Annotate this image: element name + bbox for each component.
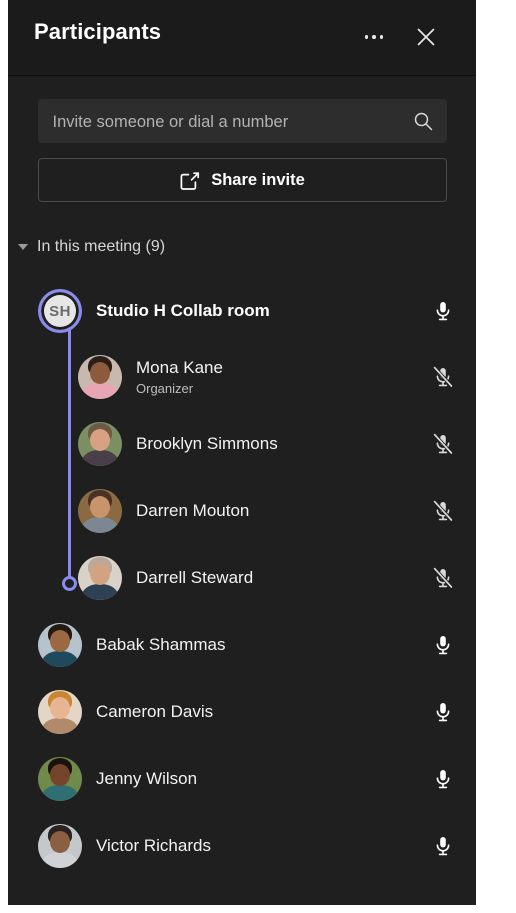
participant-row[interactable]: Jenny Wilson: [8, 745, 476, 812]
participant-row[interactable]: Darrell Steward: [8, 544, 476, 611]
avatar-face: [78, 421, 122, 466]
participant-name: Darren Mouton: [136, 500, 250, 520]
participant-name: Studio H Collab room: [96, 301, 270, 320]
section-header-in-this-meeting[interactable]: In this meeting (9): [8, 232, 476, 262]
avatar-studio-h-collab-room: SH: [38, 289, 82, 333]
avatar-victor-richards: [38, 823, 82, 868]
participant-name: Darrell Steward: [136, 567, 254, 587]
participant-text: Darren Mouton: [136, 501, 422, 521]
microphone-muted-icon: [432, 432, 454, 455]
avatar-mona-kane: [78, 354, 122, 399]
avatar-initials: SH: [49, 302, 71, 320]
search-icon[interactable]: [413, 111, 433, 131]
avatar-jenny-wilson: [38, 756, 82, 801]
microphone-muted-icon: [432, 566, 454, 589]
mic-toggle-room[interactable]: [422, 290, 464, 332]
participant-row[interactable]: Brooklyn Simmons: [8, 410, 476, 477]
mic-toggle[interactable]: [422, 758, 464, 800]
participant-text: Cameron Davis: [96, 702, 422, 722]
avatar-face: [38, 756, 82, 801]
participant-row-room[interactable]: SH Studio H Collab room: [8, 279, 476, 343]
participant-name: Mona Kane: [136, 357, 223, 377]
participant-row[interactable]: Darren Mouton: [8, 477, 476, 544]
mic-toggle[interactable]: [422, 423, 464, 465]
participant-row[interactable]: Cameron Davis: [8, 678, 476, 745]
chevron-down-icon: [18, 244, 28, 250]
avatar-cameron-davis: [38, 689, 82, 734]
participant-rows: Mona Kane Organizer Brooklyn Simmons Darren…: [8, 343, 476, 879]
avatar-face: [78, 354, 122, 399]
participant-text: Jenny Wilson: [96, 769, 422, 789]
participant-text: Darrell Steward: [136, 568, 422, 588]
participant-list: SH Studio H Collab room Mona Kane Organiz…: [8, 279, 476, 879]
invite-search-field[interactable]: [37, 99, 447, 145]
participant-name: Victor Richards: [96, 835, 211, 855]
mic-toggle[interactable]: [422, 490, 464, 532]
microphone-icon: [436, 702, 450, 721]
microphone-icon: [436, 769, 450, 788]
avatar-face: [78, 555, 122, 600]
close-icon: [417, 28, 435, 46]
avatar-face: [38, 823, 82, 868]
microphone-icon: [436, 836, 450, 855]
participant-name: Brooklyn Simmons: [136, 433, 278, 453]
participants-panel: Participants Share invite: [8, 0, 476, 905]
mic-toggle[interactable]: [422, 825, 464, 867]
page-title: Participants: [34, 19, 162, 44]
invite-area: Share invite: [8, 76, 476, 202]
microphone-icon: [436, 635, 450, 654]
share-icon: [180, 171, 200, 190]
avatar-darrell-steward: [78, 555, 122, 600]
avatar-face: [78, 488, 122, 533]
share-invite-button[interactable]: Share invite: [37, 158, 447, 202]
participant-role: Organizer: [136, 380, 194, 396]
microphone-icon: [436, 302, 450, 321]
mic-toggle[interactable]: [422, 557, 464, 599]
participant-text: Studio H Collab room: [96, 301, 422, 321]
participant-row[interactable]: Victor Richards: [8, 812, 476, 879]
microphone-muted-icon: [432, 365, 454, 388]
participant-text: Babak Shammas: [96, 635, 422, 655]
panel-header: Participants: [8, 0, 476, 76]
avatar-face: [38, 622, 82, 667]
participant-row[interactable]: Babak Shammas: [8, 611, 476, 678]
mic-toggle[interactable]: [422, 356, 464, 398]
mic-toggle[interactable]: [422, 624, 464, 666]
avatar-darren-mouton: [78, 488, 122, 533]
close-button[interactable]: [404, 15, 448, 59]
microphone-muted-icon: [432, 499, 454, 522]
more-options-button[interactable]: [352, 15, 396, 59]
participant-name: Cameron Davis: [96, 701, 214, 721]
participant-name: Babak Shammas: [96, 634, 226, 654]
share-invite-label: Share invite: [211, 170, 305, 189]
avatar-babak-shammas: [38, 622, 82, 667]
section-header-label: In this meeting (9): [37, 238, 166, 255]
search-input[interactable]: [50, 99, 405, 145]
participant-row[interactable]: Mona Kane Organizer: [8, 343, 476, 410]
participant-text: Victor Richards: [96, 836, 422, 856]
avatar-face: [38, 689, 82, 734]
avatar-brooklyn-simmons: [78, 421, 122, 466]
mic-toggle[interactable]: [422, 691, 464, 733]
more-horizontal-icon: [364, 35, 384, 39]
participant-text: Mona Kane Organizer: [136, 358, 422, 396]
participant-name: Jenny Wilson: [96, 768, 198, 788]
participant-text: Brooklyn Simmons: [136, 434, 422, 454]
